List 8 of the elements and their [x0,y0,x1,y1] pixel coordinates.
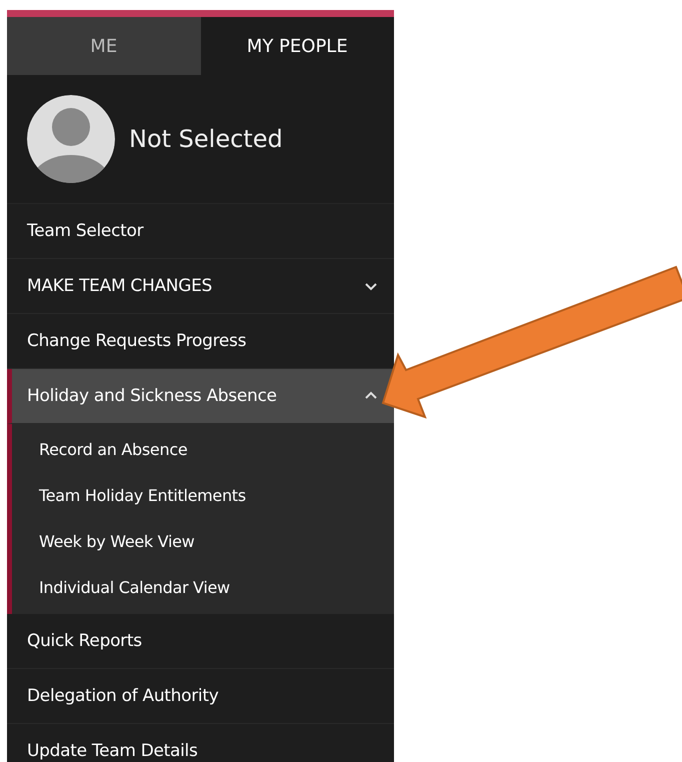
profile-name: Not Selected [129,125,283,153]
avatar-icon [27,95,115,183]
submenu-item[interactable]: Week by Week View [12,518,394,564]
submenu-item[interactable]: Team Holiday Entitlements [12,472,394,518]
tab[interactable]: ME [7,17,200,75]
submenu-item[interactable]: Record an Absence [12,426,394,472]
menu-item[interactable]: Holiday and Sickness Absence [7,369,394,424]
submenu-item[interactable]: Individual Calendar View [12,564,394,610]
